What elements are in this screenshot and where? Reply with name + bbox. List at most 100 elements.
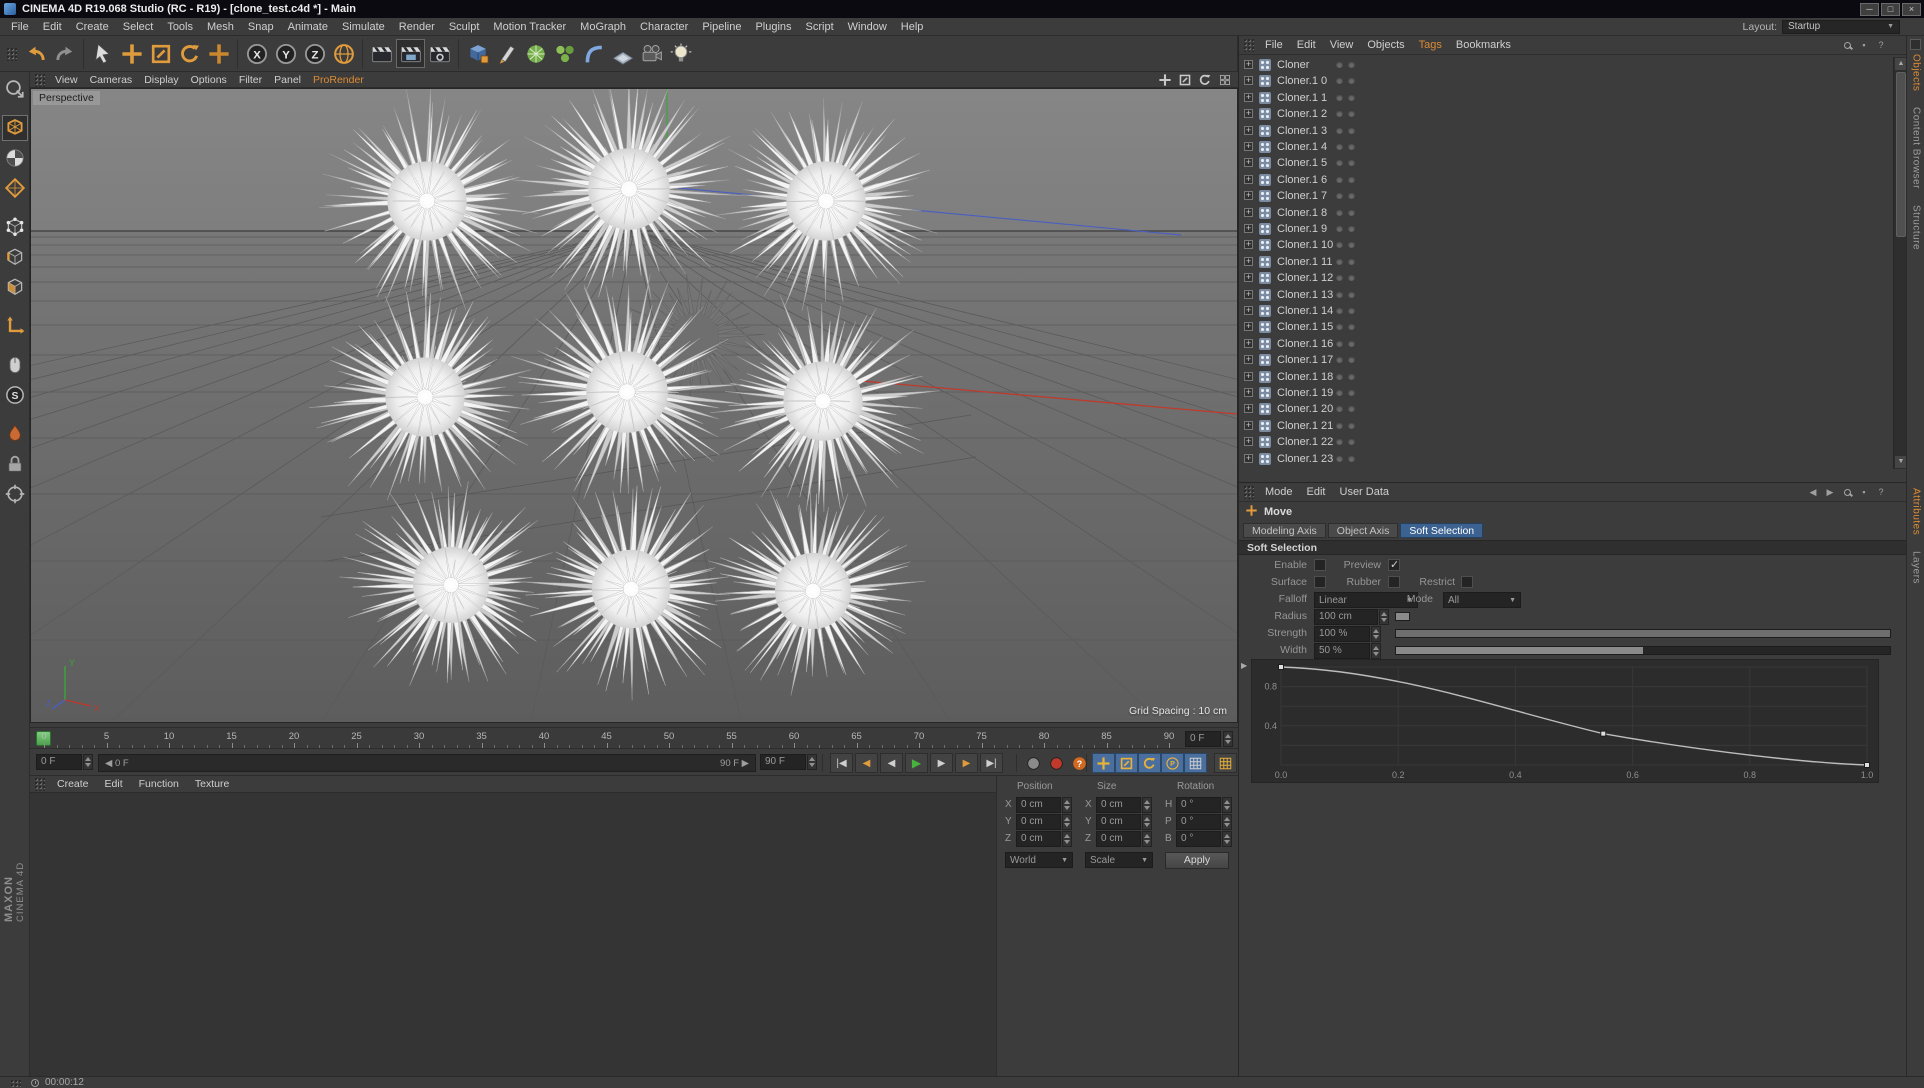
- coordinates-header-rotation[interactable]: Rotation: [1177, 781, 1214, 792]
- object-row[interactable]: +Cloner.1 9: [1239, 221, 1891, 237]
- render-visibility-dot[interactable]: [1348, 307, 1355, 314]
- object-row[interactable]: +Cloner.1 6: [1239, 172, 1891, 188]
- editor-visibility-dot[interactable]: [1336, 159, 1343, 166]
- timeline-frame-field[interactable]: 0 F: [1185, 731, 1221, 747]
- enable-axis-button[interactable]: [2, 313, 28, 339]
- editor-visibility-dot[interactable]: [1336, 422, 1343, 429]
- side-tab-structure[interactable]: Structure: [1911, 205, 1922, 250]
- menu-help[interactable]: Help: [894, 19, 931, 35]
- object-row[interactable]: +Cloner.1 1: [1239, 90, 1891, 106]
- make-editable-button[interactable]: [2, 76, 28, 102]
- range-end-handle[interactable]: 90 F ▶: [720, 758, 749, 769]
- current-frame-field[interactable]: 0 F: [36, 754, 82, 770]
- texture-mode-button[interactable]: [2, 145, 28, 171]
- coord-size-z-field[interactable]: 0 cm: [1096, 831, 1141, 847]
- editor-visibility-dot[interactable]: [1336, 323, 1343, 330]
- attribute-manager-menu-mode[interactable]: Mode: [1258, 484, 1300, 500]
- attribute-manager-menu-edit[interactable]: Edit: [1300, 484, 1333, 500]
- expand-icon[interactable]: +: [1244, 273, 1253, 282]
- object-row[interactable]: +Cloner.1 11: [1239, 254, 1891, 270]
- workplane-mode-button[interactable]: [2, 175, 28, 201]
- object-row[interactable]: +Cloner.1 22: [1239, 434, 1891, 450]
- coordinates-header-position[interactable]: Position: [1017, 781, 1053, 792]
- side-tab-layers[interactable]: Layers: [1911, 551, 1922, 584]
- add-light-button[interactable]: [666, 39, 695, 68]
- add-camera-button[interactable]: [637, 39, 666, 68]
- radius-mini-slider[interactable]: [1395, 612, 1410, 621]
- tab-object-axis[interactable]: Object Axis: [1328, 523, 1399, 538]
- viewport-menu-view[interactable]: View: [49, 73, 84, 87]
- editor-visibility-dot[interactable]: [1336, 110, 1343, 117]
- editor-visibility-dot[interactable]: [1336, 258, 1343, 265]
- side-tab-content-browser[interactable]: Content Browser: [1911, 107, 1922, 189]
- add-cube-button[interactable]: [463, 39, 492, 68]
- coord-scale-dropdown[interactable]: Scale▼: [1085, 852, 1153, 868]
- material-menu-edit[interactable]: Edit: [97, 777, 131, 791]
- attribute-history-back-icon[interactable]: ◀: [1805, 485, 1821, 499]
- render-visibility-dot[interactable]: [1348, 258, 1355, 265]
- object-row[interactable]: +Cloner.1 12: [1239, 270, 1891, 286]
- redo-button[interactable]: [50, 39, 79, 68]
- expand-icon[interactable]: +: [1244, 257, 1253, 266]
- render-visibility-dot[interactable]: [1348, 209, 1355, 216]
- object-row[interactable]: +Cloner.1 19: [1239, 385, 1891, 401]
- toggle-active-view-icon[interactable]: [1216, 73, 1233, 87]
- next-key-button[interactable]: ▶: [955, 753, 978, 773]
- polygons-mode-button[interactable]: [2, 274, 28, 300]
- render-settings-button[interactable]: [425, 39, 454, 68]
- render-visibility-dot[interactable]: [1348, 356, 1355, 363]
- render-visibility-dot[interactable]: [1348, 438, 1355, 445]
- expand-icon[interactable]: +: [1244, 208, 1253, 217]
- coord-rotation-h-stepper[interactable]: [1222, 797, 1232, 813]
- render-visibility-dot[interactable]: [1348, 94, 1355, 101]
- live-selection-tool[interactable]: [88, 39, 117, 68]
- object-manager-menu-file[interactable]: File: [1258, 37, 1290, 53]
- expand-icon[interactable]: +: [1244, 388, 1253, 397]
- menu-mesh[interactable]: Mesh: [200, 19, 241, 35]
- tab-soft-selection[interactable]: Soft Selection: [1400, 523, 1483, 538]
- menu-mograph[interactable]: MoGraph: [573, 19, 633, 35]
- points-mode-button[interactable]: [2, 214, 28, 240]
- coord-size-x-stepper[interactable]: [1142, 797, 1152, 813]
- previous-key-button[interactable]: ◀: [855, 753, 878, 773]
- expand-icon[interactable]: +: [1244, 93, 1253, 102]
- add-spline-button[interactable]: [492, 39, 521, 68]
- coord-position-x-field[interactable]: 0 cm: [1016, 797, 1061, 813]
- object-manager-menu-tags[interactable]: Tags: [1412, 37, 1449, 53]
- edges-mode-button[interactable]: [2, 244, 28, 270]
- material-menu-texture[interactable]: Texture: [187, 777, 237, 791]
- side-tab-objects[interactable]: Objects: [1911, 54, 1922, 91]
- coord-position-x-stepper[interactable]: [1062, 797, 1072, 813]
- key-parameter-toggle[interactable]: P: [1161, 753, 1184, 773]
- attribute-search-icon[interactable]: [1839, 485, 1855, 499]
- key-scale-toggle[interactable]: [1115, 753, 1138, 773]
- object-row[interactable]: +Cloner.1 14: [1239, 303, 1891, 319]
- material-menu-create[interactable]: Create: [49, 777, 97, 791]
- width-slider[interactable]: [1395, 646, 1891, 655]
- menu-pipeline[interactable]: Pipeline: [695, 19, 748, 35]
- preview-checkbox[interactable]: [1388, 559, 1400, 571]
- render-visibility-dot[interactable]: [1348, 225, 1355, 232]
- restrict-checkbox[interactable]: [1461, 576, 1473, 588]
- coord-rotation-b-field[interactable]: 0 °: [1176, 831, 1221, 847]
- viewport-menu-cameras[interactable]: Cameras: [84, 73, 139, 87]
- current-frame-stepper[interactable]: [83, 754, 93, 770]
- render-visibility-dot[interactable]: [1348, 143, 1355, 150]
- menu-sculpt[interactable]: Sculpt: [442, 19, 487, 35]
- menu-plugins[interactable]: Plugins: [748, 19, 798, 35]
- editor-visibility-dot[interactable]: [1336, 127, 1343, 134]
- object-manager-grip[interactable]: [1243, 38, 1254, 52]
- coord-position-y-stepper[interactable]: [1062, 814, 1072, 830]
- object-list-scrollbar[interactable]: ▲ ▼: [1893, 57, 1907, 469]
- object-row[interactable]: +Cloner.1 2: [1239, 106, 1891, 122]
- add-deformer-button[interactable]: [579, 39, 608, 68]
- material-menu-function[interactable]: Function: [131, 777, 187, 791]
- tab-modeling-axis[interactable]: Modeling Axis: [1243, 523, 1326, 538]
- enable-snap-button[interactable]: S: [2, 382, 28, 408]
- editor-visibility-dot[interactable]: [1336, 94, 1343, 101]
- editor-visibility-dot[interactable]: [1336, 307, 1343, 314]
- rotate-tool[interactable]: [175, 39, 204, 68]
- render-visibility-dot[interactable]: [1348, 405, 1355, 412]
- render-visibility-dot[interactable]: [1348, 192, 1355, 199]
- menu-window[interactable]: Window: [841, 19, 894, 35]
